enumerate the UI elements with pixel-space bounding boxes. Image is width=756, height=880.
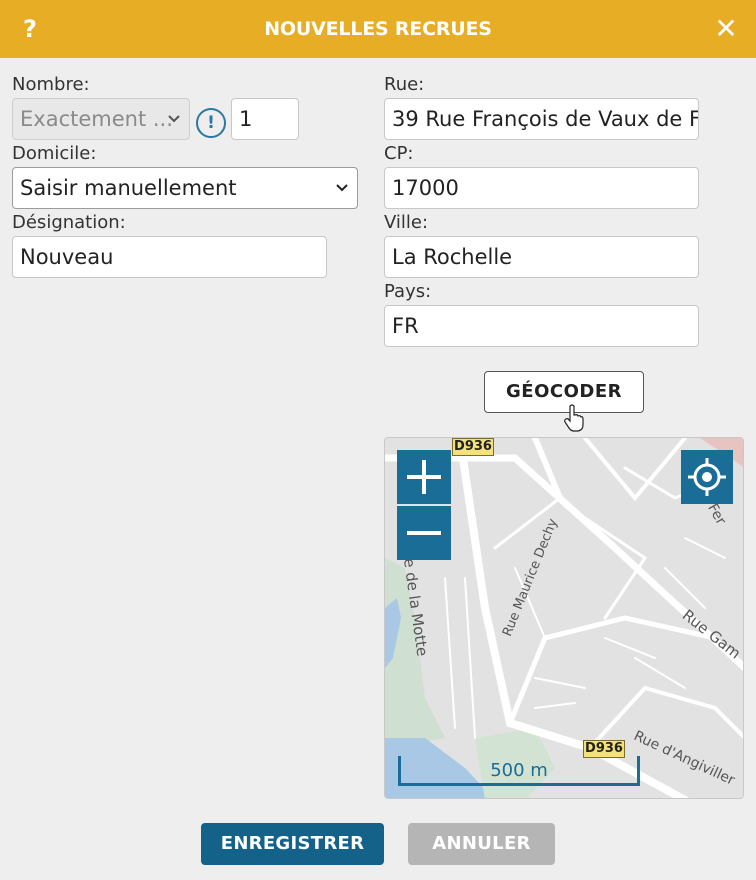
save-button[interactable]: ENREGISTRER: [201, 823, 384, 865]
chevron-down-icon: [335, 168, 349, 208]
nombre-mode-select[interactable]: Exactement ...: [12, 98, 190, 140]
cp-value: 17000: [392, 176, 459, 200]
dialog-titlebar: ? NOUVELLES RECRUES ✕: [0, 0, 756, 58]
zoom-in-button[interactable]: [397, 450, 451, 504]
nombre-count-input[interactable]: 1: [231, 98, 299, 140]
hand-cursor-icon: [564, 404, 584, 432]
pays-input[interactable]: FR: [384, 305, 699, 347]
map-view[interactable]: D936 D936 Rue de la Motte Rue Maurice De…: [384, 437, 744, 799]
rue-value: 39 Rue François de Vaux de Fo: [392, 107, 699, 131]
map-scale-label: 500 m: [490, 760, 548, 781]
minus-icon: [407, 531, 441, 535]
crosshair-icon: [688, 458, 726, 496]
ville-input[interactable]: La Rochelle: [384, 236, 699, 278]
locate-button[interactable]: [681, 450, 733, 504]
plus-icon: [407, 460, 441, 494]
nombre-label: Nombre:: [12, 74, 90, 95]
close-button[interactable]: ✕: [710, 12, 742, 46]
dialog-title: NOUVELLES RECRUES: [264, 18, 492, 40]
designation-label: Désignation:: [12, 212, 126, 233]
ville-value: La Rochelle: [392, 245, 513, 269]
rue-label: Rue:: [384, 74, 425, 95]
info-icon[interactable]: !: [196, 108, 226, 138]
designation-input[interactable]: Nouveau: [12, 236, 327, 278]
road-badge: D936: [452, 438, 494, 456]
chevron-down-icon: [167, 99, 181, 139]
nombre-mode-value: Exactement ...: [20, 107, 173, 131]
cp-input[interactable]: 17000: [384, 167, 699, 209]
pays-value: FR: [392, 314, 419, 338]
rue-input[interactable]: 39 Rue François de Vaux de Fo: [384, 98, 699, 140]
zoom-out-button[interactable]: [397, 506, 451, 560]
domicile-select[interactable]: Saisir manuellement: [12, 167, 358, 209]
domicile-value: Saisir manuellement: [20, 176, 237, 200]
cp-label: CP:: [384, 143, 414, 164]
nombre-count-value: 1: [239, 107, 253, 131]
map-scale-bar: 500 m: [398, 756, 640, 786]
ville-label: Ville:: [384, 212, 429, 233]
domicile-label: Domicile:: [12, 143, 97, 164]
cancel-button[interactable]: ANNULER: [408, 823, 555, 865]
pays-label: Pays:: [384, 281, 432, 302]
designation-value: Nouveau: [20, 245, 114, 269]
